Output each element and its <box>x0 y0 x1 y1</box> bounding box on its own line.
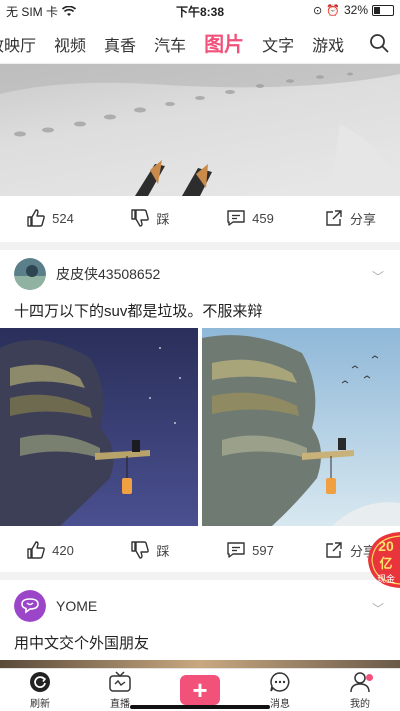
status-bar: 无 SIM 卡 下午8:38 ⊙ ⏰ 32% <box>0 0 400 22</box>
status-right: ⊙ ⏰ 32% <box>313 3 394 17</box>
thumb-up-icon <box>27 209 45 227</box>
post-card: 524 踩 459 分享 <box>0 64 400 242</box>
thumb-down-icon <box>131 209 150 227</box>
comment-button[interactable]: 459 <box>200 196 300 240</box>
promo-line3: 现金 <box>377 573 395 585</box>
tab-item[interactable]: 放映厅 <box>0 32 36 57</box>
share-button[interactable]: 分享 <box>300 196 400 240</box>
battery-percent: 32% <box>343 3 368 17</box>
comment-icon <box>227 210 245 226</box>
tab-item[interactable]: 真香 <box>104 32 136 57</box>
tab-row: 放映厅视频真香汽车图片文字游戏 <box>0 32 344 57</box>
tab-item[interactable]: 文字 <box>262 32 294 57</box>
feed: 524 踩 459 分享 皮皮侠43508652 ﹀ 十四万以下的suv都是垃圾… <box>0 64 400 668</box>
nav-live-label: 直播 <box>110 698 130 710</box>
post-image-grid <box>0 328 400 526</box>
search-button[interactable] <box>358 22 400 63</box>
share-icon <box>326 210 342 226</box>
nav-refresh[interactable]: 刷新 <box>0 669 80 711</box>
post-card: 皮皮侠43508652 ﹀ 十四万以下的suv都是垃圾。不服来辩 420 踩 5… <box>0 250 400 572</box>
nav-refresh-label: 刷新 <box>30 698 50 710</box>
nav-me[interactable]: 我的 <box>320 669 400 711</box>
dislike-label: 踩 <box>156 543 170 559</box>
like-count: 524 <box>52 210 74 226</box>
battery-icon <box>372 4 394 16</box>
promo-badge-graphic: 20 亿 现金 <box>368 532 400 588</box>
promo-line1: 20 <box>378 538 394 554</box>
comment-icon <box>227 542 245 558</box>
nav-me-label: 我的 <box>350 698 370 710</box>
post-actions: 420 踩 597 分享 <box>0 528 400 572</box>
tab-item[interactable]: 游戏 <box>312 32 344 57</box>
lock-rotation-icon: ⊙ <box>313 4 323 17</box>
post-author[interactable]: YOME <box>14 590 97 622</box>
like-count: 420 <box>52 542 74 558</box>
home-indicator <box>130 705 270 709</box>
post-image-preview[interactable] <box>0 660 400 668</box>
illustration-day <box>202 328 400 526</box>
alarm-icon: ⏰ <box>326 4 340 17</box>
post-caption: 十四万以下的suv都是垃圾。不服来辩 <box>14 303 263 320</box>
tab-item[interactable]: 图片 <box>204 28 244 57</box>
illustration-night <box>0 328 198 526</box>
like-button[interactable]: 524 <box>0 196 100 240</box>
post-image-snow[interactable] <box>0 64 400 196</box>
nav-messages-label: 消息 <box>270 698 290 710</box>
bottom-nav: 刷新 直播 + 消息 我的 <box>0 668 400 711</box>
chevron-down-icon[interactable]: ﹀ <box>372 268 384 285</box>
post-image[interactable] <box>0 328 198 526</box>
notification-dot <box>366 674 374 681</box>
battery-fill <box>374 6 380 14</box>
tab-item[interactable]: 视频 <box>54 32 86 57</box>
tab-item[interactable]: 汽车 <box>154 32 186 57</box>
live-icon <box>109 670 131 692</box>
thumb-down-icon <box>131 541 150 559</box>
refresh-icon <box>30 671 50 692</box>
author-name: YOME <box>56 598 98 614</box>
comment-count: 459 <box>252 210 274 226</box>
thumb-up-icon <box>27 541 45 559</box>
post-actions: 524 踩 459 分享 <box>0 196 400 240</box>
author-name: 皮皮侠43508652 <box>56 266 161 282</box>
avatar <box>14 258 46 290</box>
post-caption: 用中文交个外国朋友 <box>14 635 150 652</box>
post-image[interactable] <box>202 328 400 526</box>
share-icon <box>326 542 342 558</box>
search-icon <box>370 34 389 53</box>
plus-icon: + <box>180 675 220 705</box>
dislike-label: 踩 <box>156 211 170 227</box>
like-button[interactable]: 420 <box>0 528 100 572</box>
promo-line2: 亿 <box>379 556 392 572</box>
category-tabs: 放映厅视频真香汽车图片文字游戏 <box>0 22 400 64</box>
comment-button[interactable]: 597 <box>200 528 300 572</box>
snow-scene <box>0 64 400 196</box>
promo-badge[interactable]: 20 亿 现金 <box>364 530 400 590</box>
comment-count: 597 <box>252 542 274 558</box>
message-icon <box>270 671 290 692</box>
dislike-button[interactable]: 踩 <box>100 528 200 572</box>
post-card: YOME ﹀ 用中文交个外国朋友 <box>0 580 400 668</box>
chevron-down-icon[interactable]: ﹀ <box>372 600 384 617</box>
dislike-button[interactable]: 踩 <box>100 196 200 240</box>
share-label: 分享 <box>349 211 376 227</box>
post-author[interactable]: 皮皮侠43508652 <box>14 258 160 290</box>
avatar <box>14 590 46 622</box>
